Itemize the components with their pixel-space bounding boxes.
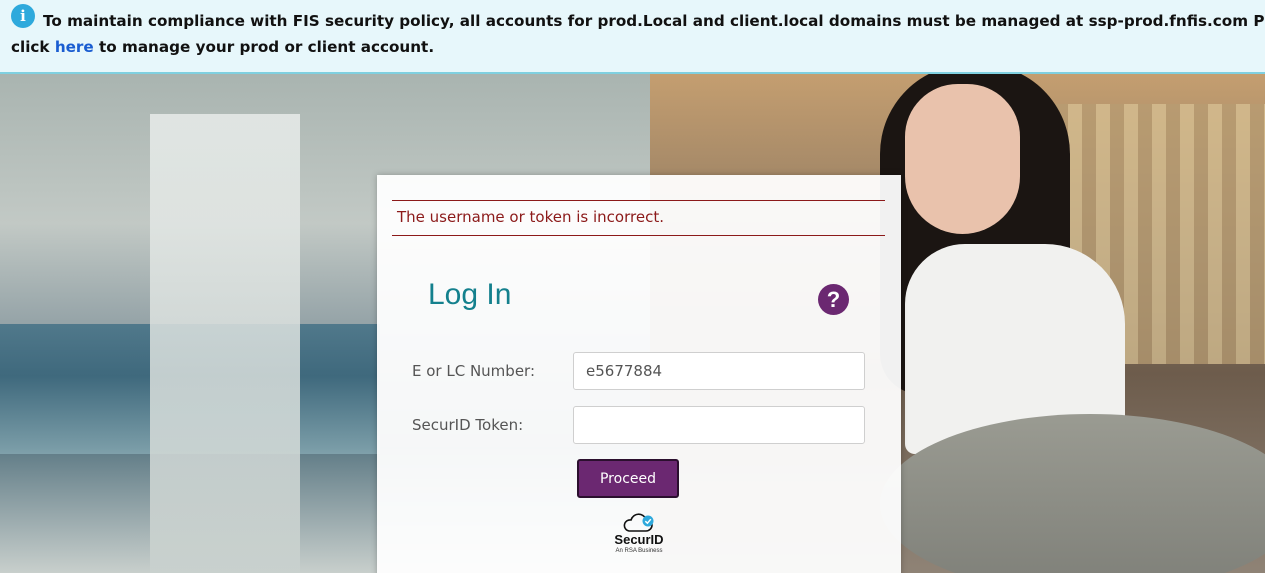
- token-label: SecurID Token:: [412, 416, 524, 434]
- compliance-banner: i To maintain compliance with FIS securi…: [0, 0, 1265, 74]
- logo-tagline: An RSA Business: [615, 548, 663, 554]
- logo-wordmark: SecurID: [614, 532, 664, 547]
- token-input[interactable]: [573, 406, 865, 444]
- manage-account-link[interactable]: here: [55, 38, 94, 56]
- proceed-button[interactable]: Proceed: [577, 459, 679, 498]
- error-alert: The username or token is incorrect.: [392, 200, 885, 236]
- cloud-check-icon: [623, 513, 654, 532]
- username-label: E or LC Number:: [412, 362, 536, 380]
- help-question-icon[interactable]: ?: [818, 284, 849, 315]
- bg-person-face: [905, 84, 1020, 234]
- securid-logo: SecurID An RSA Business: [607, 513, 671, 563]
- bg-light-column: [150, 114, 300, 573]
- username-input[interactable]: [573, 352, 865, 390]
- error-message: The username or token is incorrect.: [397, 208, 664, 226]
- banner-message: To maintain compliance with FIS security…: [11, 8, 1265, 60]
- login-card: The username or token is incorrect. Log …: [377, 175, 901, 573]
- banner-text-end: to manage your prod or client account.: [93, 38, 435, 56]
- page-title: Log In: [428, 278, 512, 311]
- info-icon: i: [11, 4, 35, 28]
